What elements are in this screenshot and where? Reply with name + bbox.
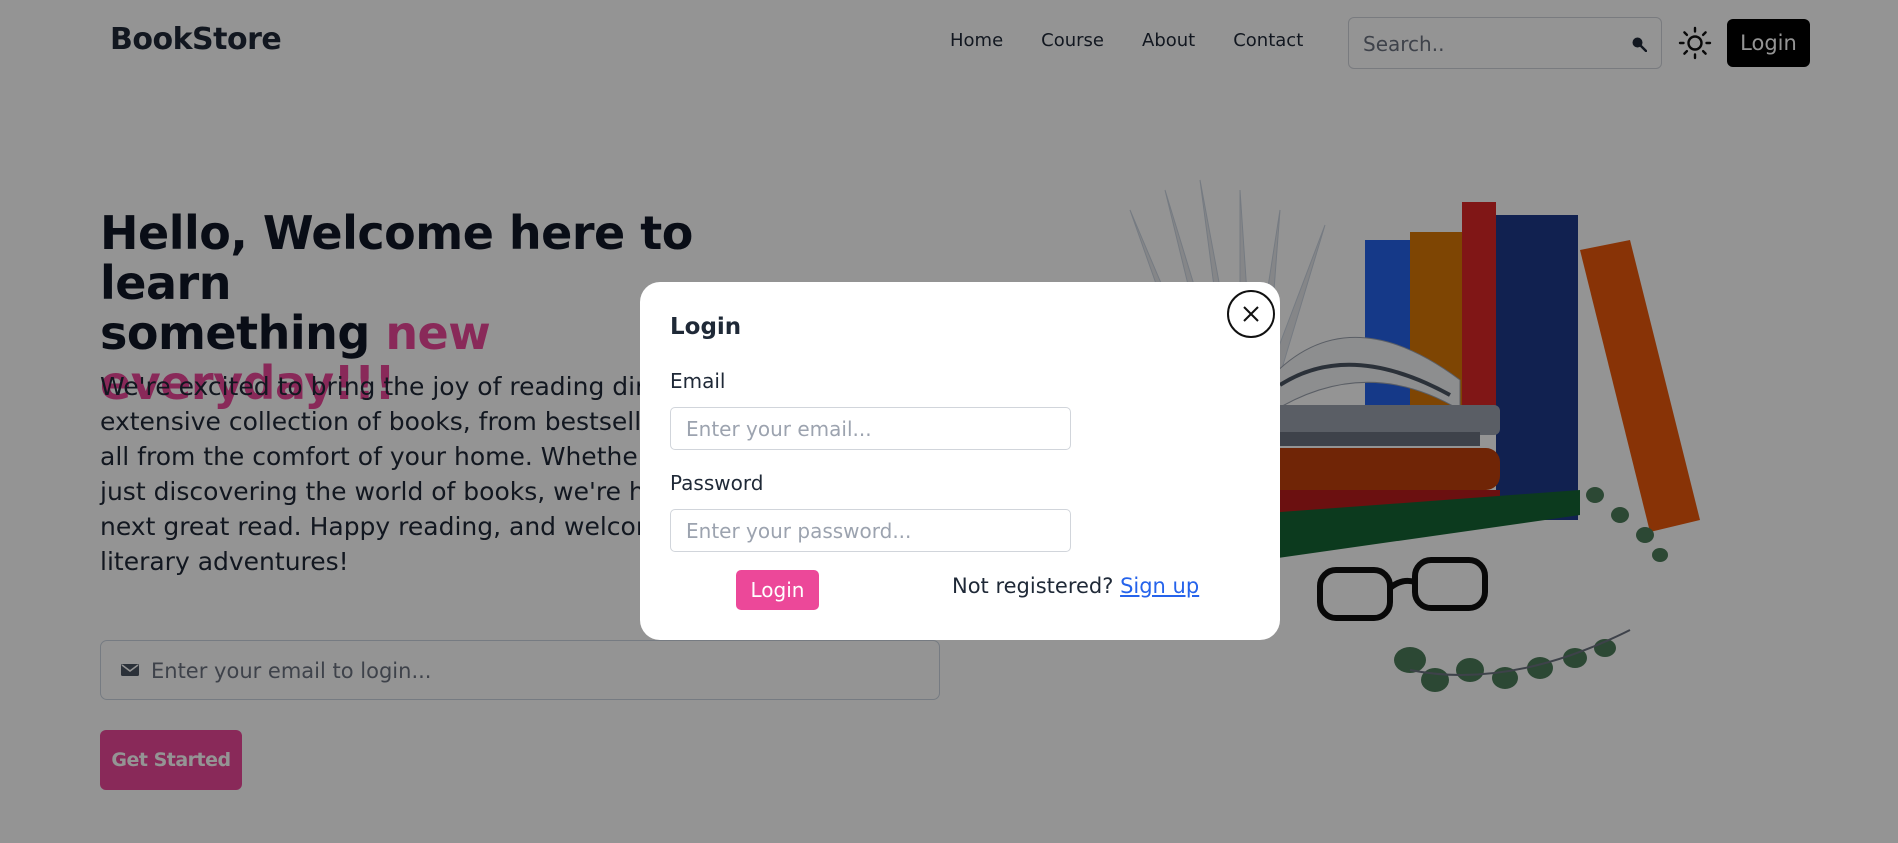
password-field[interactable] (670, 509, 1071, 552)
close-icon (1243, 306, 1259, 322)
signup-link[interactable]: Sign up (1120, 574, 1199, 598)
modal-login-button[interactable]: Login (736, 570, 819, 610)
password-label: Password (670, 471, 764, 495)
login-modal: Login Email Password Login Not registere… (640, 282, 1280, 640)
email-field[interactable] (670, 407, 1071, 450)
modal-title: Login (670, 314, 742, 340)
not-registered-text: Not registered? (952, 574, 1121, 598)
signup-row: Not registered? Sign up (952, 574, 1199, 598)
email-label: Email (670, 369, 726, 393)
modal-close-button[interactable] (1227, 290, 1275, 338)
